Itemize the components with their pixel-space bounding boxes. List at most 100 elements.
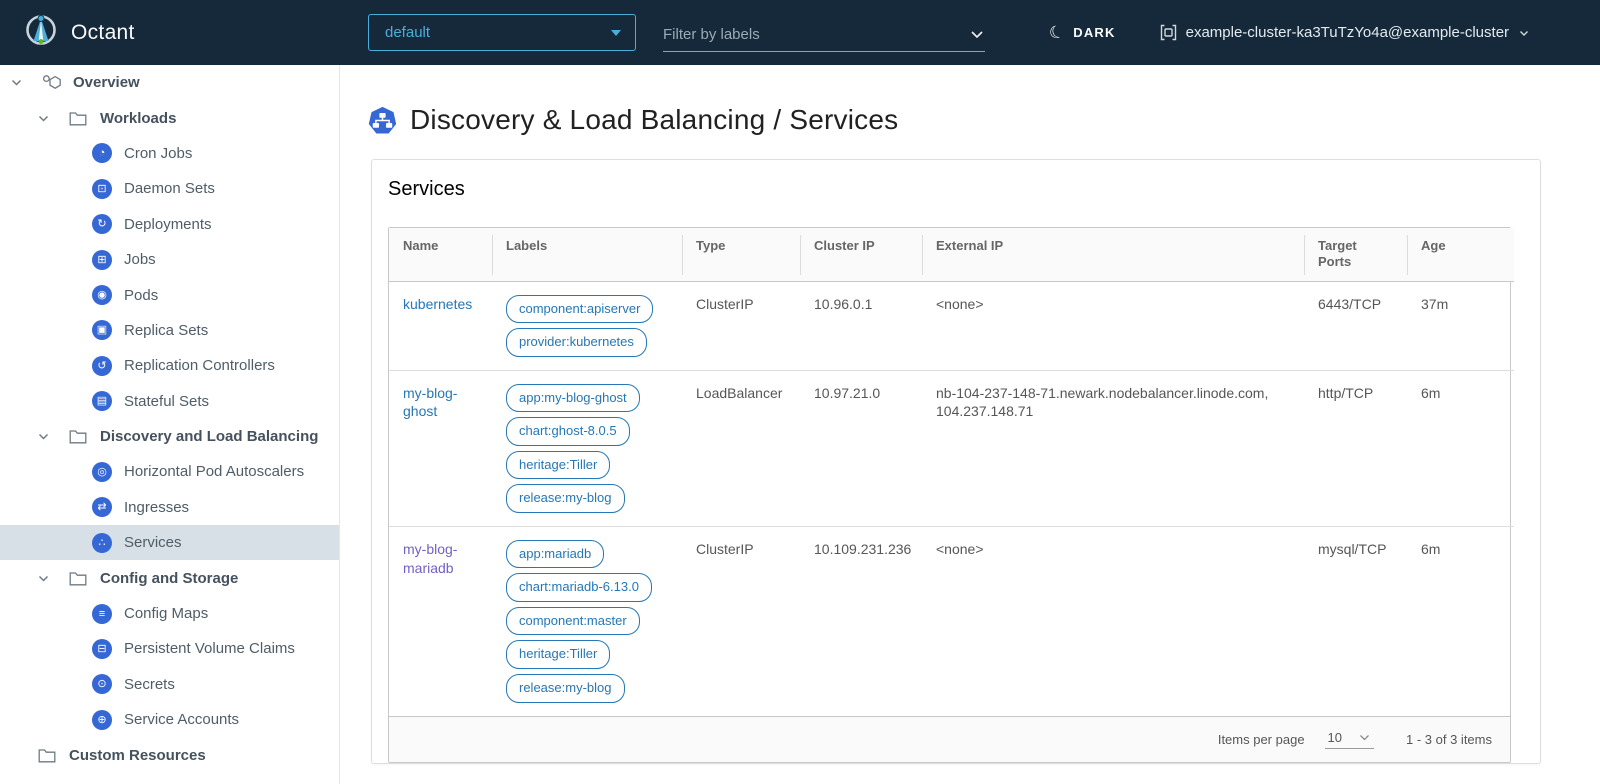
type-cell: ClusterIP bbox=[682, 281, 800, 370]
age-cell: 6m bbox=[1407, 526, 1514, 715]
replication-controllers-icon: ↺ bbox=[92, 356, 112, 376]
external-ip-cell: <none> bbox=[922, 526, 1304, 715]
sidebar-item-pods[interactable]: ◉Pods bbox=[0, 277, 339, 312]
sidebar-item-jobs[interactable]: ⊞Jobs bbox=[0, 242, 339, 277]
label-pill[interactable]: app:mariadb bbox=[506, 540, 604, 569]
folder-icon bbox=[37, 748, 57, 763]
services-table-body: kubernetes component:apiserver provider:ku… bbox=[389, 281, 1514, 716]
cluster-icon bbox=[1160, 24, 1177, 41]
cluster-context-value: example-cluster-ka3TuTzYo4a@example-clus… bbox=[1186, 24, 1509, 41]
sidebar-item-cron-jobs[interactable]: ◔Cron Jobs bbox=[0, 136, 339, 171]
sidebar-item-daemon-sets[interactable]: ⊡Daemon Sets bbox=[0, 171, 339, 206]
label-pill[interactable]: provider:kubernetes bbox=[506, 328, 647, 357]
namespace-selected-value: default bbox=[385, 24, 430, 41]
namespace-selector[interactable]: default bbox=[368, 14, 636, 51]
external-ip-cell: nb-104-237-148-71.newark.nodebalancer.li… bbox=[922, 370, 1304, 526]
service-heptagon-icon bbox=[368, 106, 397, 135]
sidebar-item-label: Custom Resources bbox=[69, 747, 206, 764]
folder-icon bbox=[68, 429, 88, 444]
sidebar-item-ingresses[interactable]: ⇄Ingresses bbox=[0, 490, 339, 525]
sidebar-item-label: Cron Jobs bbox=[124, 145, 192, 162]
sidebar-item-persistent-volume-claims[interactable]: ⊟Persistent Volume Claims bbox=[0, 631, 339, 666]
hpa-icon: ◎ bbox=[92, 462, 112, 482]
sidebar-item-workloads[interactable]: Workloads bbox=[0, 100, 339, 135]
label-pill[interactable]: heritage:Tiller bbox=[506, 640, 610, 669]
top-header-bar: Octant default Filter by labels ☾ DARK bbox=[0, 0, 1600, 65]
sidebar-item-horizontal-pod-autoscalers[interactable]: ◎Horizontal Pod Autoscalers bbox=[0, 454, 339, 489]
chevron-down-icon[interactable] bbox=[37, 572, 51, 585]
chevron-down-icon[interactable] bbox=[37, 112, 51, 125]
column-header-external-ip: External IP bbox=[922, 228, 1304, 281]
cluster-context-selector[interactable]: example-cluster-ka3TuTzYo4a@example-clus… bbox=[1160, 24, 1530, 41]
table-row-kubernetes: kubernetes component:apiserver provider:ku… bbox=[389, 281, 1514, 370]
labels-cell: app:my-blog-ghost chart:ghost-8.0.5 herita… bbox=[492, 370, 682, 526]
sidebar-item-stateful-sets[interactable]: ▤ Stateful Sets bbox=[0, 384, 339, 419]
dark-theme-toggle[interactable]: ☾ DARK bbox=[1049, 24, 1116, 41]
sidebar-item-label: Services bbox=[124, 534, 182, 551]
chevron-down-icon[interactable] bbox=[37, 430, 51, 443]
target-ports-cell: http/TCP bbox=[1304, 370, 1407, 526]
label-pill[interactable]: chart:ghost-8.0.5 bbox=[506, 417, 630, 446]
sidebar-item-label: Overview bbox=[73, 74, 140, 91]
service-name-link[interactable]: my-blog-ghost bbox=[403, 385, 457, 420]
label-pill[interactable]: chart:mariadb-6.13.0 bbox=[506, 573, 652, 602]
chevron-down-icon bbox=[1358, 731, 1371, 744]
page-size-select[interactable]: 10 bbox=[1325, 730, 1374, 749]
sidebar-item-label: Discovery and Load Balancing bbox=[100, 428, 318, 445]
sidebar-item-label: Secrets bbox=[124, 676, 175, 693]
sidebar-item-label: Pods bbox=[124, 287, 158, 304]
chevron-down-icon bbox=[1518, 27, 1530, 39]
type-cell: ClusterIP bbox=[682, 526, 800, 715]
sidebar: OverviewWorkloads◔Cron Jobs⊡Daemon Sets↻… bbox=[0, 65, 340, 784]
target-ports-cell: mysql/TCP bbox=[1304, 526, 1407, 715]
label-pill[interactable]: heritage:Tiller bbox=[506, 451, 610, 480]
target-ports-cell: 6443/TCP bbox=[1304, 281, 1407, 370]
pvc-icon: ⊟ bbox=[92, 639, 112, 659]
jobs-icon: ⊞ bbox=[92, 250, 112, 270]
label-pill[interactable]: app:my-blog-ghost bbox=[506, 384, 640, 413]
sidebar-item-deployments[interactable]: ↻Deployments bbox=[0, 207, 339, 242]
sidebar-item-config-and-storage[interactable]: Config and Storage bbox=[0, 560, 339, 595]
label-pill[interactable]: release:my-blog bbox=[506, 674, 625, 703]
main-content: Discovery & Load Balancing / Services Se… bbox=[340, 65, 1600, 784]
sidebar-item-label: Service Accounts bbox=[124, 711, 239, 728]
objects-icon bbox=[41, 74, 61, 91]
service-name-link[interactable]: my-blog-mariadb bbox=[403, 541, 457, 576]
sidebar-item-services[interactable]: ∴Services bbox=[0, 525, 339, 560]
sidebar-item-service-accounts[interactable]: ⊕ Service Accounts bbox=[0, 702, 339, 737]
age-cell: 37m bbox=[1407, 281, 1514, 370]
sidebar-item-replica-sets[interactable]: ▣Replica Sets bbox=[0, 313, 339, 348]
page-title-text: Discovery & Load Balancing / Services bbox=[410, 104, 898, 136]
sidebar-item-custom-resources[interactable]: Custom Resources bbox=[0, 737, 339, 772]
type-cell: LoadBalancer bbox=[682, 370, 800, 526]
sidebar-item-label: Daemon Sets bbox=[124, 180, 215, 197]
column-header-cluster-ip: Cluster IP bbox=[800, 228, 922, 281]
secrets-icon: ⊙ bbox=[92, 674, 112, 694]
app-brand: Octant bbox=[0, 13, 340, 52]
sidebar-item-config-maps[interactable]: ≡Config Maps bbox=[0, 596, 339, 631]
sidebar-item-overview[interactable]: Overview bbox=[0, 65, 339, 100]
stateful-sets-icon: ▤ bbox=[92, 391, 112, 411]
labels-cell: component:apiserver provider:kubernetes bbox=[492, 281, 682, 370]
sidebar-item-label: Config Maps bbox=[124, 605, 208, 622]
chevron-down-icon bbox=[969, 26, 985, 42]
service-name-link[interactable]: kubernetes bbox=[403, 296, 472, 312]
chevron-down-icon[interactable] bbox=[10, 76, 24, 89]
sidebar-item-label: Workloads bbox=[100, 110, 176, 127]
cluster-ip-cell: 10.97.21.0 bbox=[800, 370, 922, 526]
label-pill[interactable]: release:my-blog bbox=[506, 484, 625, 513]
sidebar-item-discovery-and-load-balancing[interactable]: Discovery and Load Balancing bbox=[0, 419, 339, 454]
deployments-icon: ↻ bbox=[92, 214, 112, 234]
service-accounts-icon: ⊕ bbox=[92, 710, 112, 730]
label-pill[interactable]: component:master bbox=[506, 607, 640, 636]
pagination-range-text: 1 - 3 of 3 items bbox=[1406, 732, 1492, 747]
page-size-value: 10 bbox=[1328, 730, 1342, 745]
sidebar-item-label: Stateful Sets bbox=[124, 393, 209, 410]
label-pill[interactable]: component:apiserver bbox=[506, 295, 653, 324]
label-filter-input[interactable]: Filter by labels bbox=[663, 18, 985, 52]
labels-cell: app:mariadb chart:mariadb-6.13.0 component… bbox=[492, 526, 682, 715]
table-row-my-blog-ghost: my-blog-ghost app:my-blog-ghost chart:ghos… bbox=[389, 370, 1514, 526]
sidebar-item-secrets[interactable]: ⊙ Secrets bbox=[0, 667, 339, 702]
sidebar-item-replication-controllers[interactable]: ↺Replication Controllers bbox=[0, 348, 339, 383]
octant-app: Octant default Filter by labels ☾ DARK bbox=[0, 0, 1600, 784]
